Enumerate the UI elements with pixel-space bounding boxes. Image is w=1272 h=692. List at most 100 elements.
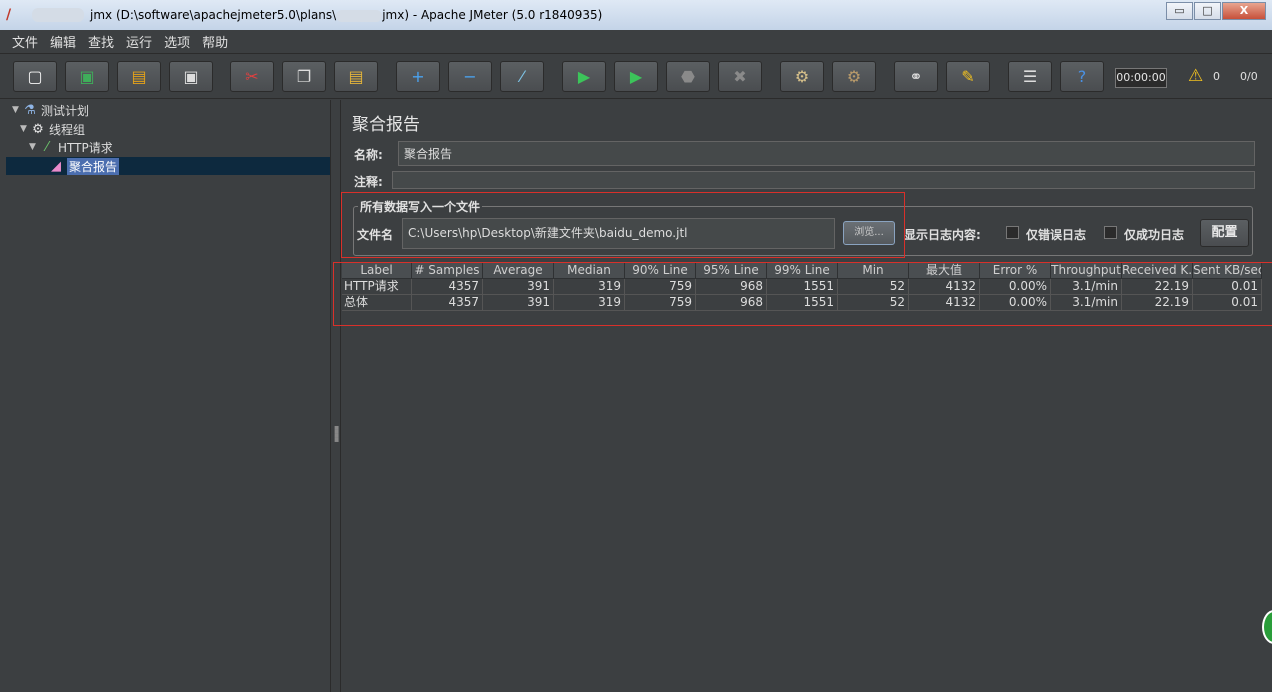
open-icon: ▤ xyxy=(131,67,147,86)
name-label: 名称: xyxy=(354,148,383,162)
start-no-pause-button[interactable]: ▶ xyxy=(614,61,658,92)
table-cell: 759 xyxy=(625,295,696,311)
browse-button[interactable]: 浏览... xyxy=(843,221,895,245)
panel-splitter[interactable]: ▪ ▪ ▪ ▪ xyxy=(330,100,341,692)
function-helper-icon: ☰ xyxy=(1022,67,1038,86)
help-button[interactable]: ? xyxy=(1060,61,1104,92)
column-header[interactable]: 90% Line xyxy=(625,263,696,279)
open-button[interactable]: ▤ xyxy=(117,61,161,92)
column-header[interactable]: 95% Line xyxy=(696,263,767,279)
splitter-grip-icon[interactable]: ▪ ▪ ▪ ▪ xyxy=(334,424,339,444)
clear-all-button[interactable]: ⚙ xyxy=(832,61,876,92)
table-cell: 391 xyxy=(483,279,554,295)
tree-item-http-request[interactable]: ▼ ⁄ HTTP请求 xyxy=(29,138,113,156)
filename-label: 文件名 xyxy=(357,228,394,242)
aggregate-report-panel: 聚合报告 名称: 聚合报告 注释: 所有数据写入一个文件 文件名 C:\User… xyxy=(333,100,1272,692)
table-cell: 0.01 xyxy=(1193,279,1262,295)
copy-icon: ❐ xyxy=(296,67,312,86)
panel-title: 聚合报告 xyxy=(352,115,420,135)
column-header[interactable]: Min xyxy=(838,263,909,279)
comment-field[interactable] xyxy=(392,171,1255,189)
function-helper-button[interactable]: ☰ xyxy=(1008,61,1052,92)
reset-search-icon: ✎ xyxy=(961,67,975,86)
gear-icon: ⚙ xyxy=(32,121,44,137)
column-header[interactable]: Label xyxy=(342,263,412,279)
table-cell: 22.19 xyxy=(1122,295,1193,311)
column-header[interactable]: Throughput xyxy=(1051,263,1122,279)
active-threads-count: 0/0 xyxy=(1240,70,1258,83)
errors-only-checkbox[interactable] xyxy=(1006,226,1019,239)
column-header[interactable]: Median xyxy=(554,263,625,279)
table-row[interactable]: HTTP请求 4357 391 319 759 968 1551 52 4132 0.00% 3.1… xyxy=(342,279,1272,295)
tree-item-label: 测试计划 xyxy=(41,103,90,118)
column-header[interactable]: Sent KB/sec xyxy=(1193,263,1262,279)
maximize-button[interactable]: □ xyxy=(1194,2,1221,20)
paste-button[interactable]: ▤ xyxy=(334,61,378,92)
menu-file[interactable]: 文件 xyxy=(12,32,38,51)
tree-item-aggregate-report[interactable]: ◢ 聚合报告 xyxy=(48,157,120,175)
success-only-checkbox[interactable] xyxy=(1104,226,1117,239)
menu-search[interactable]: 查找 xyxy=(88,32,114,51)
expand-arrow-icon[interactable]: ▼ xyxy=(12,105,22,115)
stop-button[interactable]: ⬣ xyxy=(666,61,710,92)
comment-label: 注释: xyxy=(354,175,383,189)
reset-search-button[interactable]: ✎ xyxy=(946,61,990,92)
cut-button[interactable]: ✂ xyxy=(230,61,274,92)
new-icon: ▢ xyxy=(27,67,43,86)
column-header[interactable]: 99% Line xyxy=(767,263,838,279)
table-cell: 319 xyxy=(554,295,625,311)
expand-arrow-icon[interactable]: ▼ xyxy=(20,124,30,134)
tree-item-thread-group[interactable]: ▼ ⚙ 线程组 xyxy=(20,120,85,138)
expand-button[interactable]: + xyxy=(396,61,440,92)
menu-edit[interactable]: 编辑 xyxy=(50,32,76,51)
table-cell: 总体 xyxy=(342,295,412,311)
column-header[interactable]: Average xyxy=(483,263,554,279)
save-button[interactable]: ▣ xyxy=(169,61,213,92)
search-button[interactable]: ⚭ xyxy=(894,61,938,92)
shutdown-button[interactable]: ✖ xyxy=(718,61,762,92)
table-cell: 22.19 xyxy=(1122,279,1193,295)
table-cell: 319 xyxy=(554,279,625,295)
toggle-button[interactable]: ⁄ xyxy=(500,61,544,92)
warning-icon[interactable]: ⚠ xyxy=(1188,66,1203,86)
clear-button[interactable]: ⚙ xyxy=(780,61,824,92)
menu-help[interactable]: 帮助 xyxy=(202,32,228,51)
pipette-icon: ⁄ xyxy=(45,139,49,155)
collapse-icon: − xyxy=(463,67,477,86)
blurred-filename xyxy=(32,8,84,22)
stop-icon: ⬣ xyxy=(681,67,695,86)
expand-icon: + xyxy=(411,67,425,86)
menu-run[interactable]: 运行 xyxy=(126,32,152,51)
copy-button[interactable]: ❐ xyxy=(282,61,326,92)
tree-item-test-plan[interactable]: ▼ ⚗ 测试计划 xyxy=(12,101,89,119)
filename-input[interactable]: C:\Users\hp\Desktop\新建文件夹\baidu_demo.jtl xyxy=(402,218,835,249)
column-header[interactable]: 最大值 xyxy=(909,263,980,279)
start-icon: ▶ xyxy=(577,67,591,86)
table-cell: 52 xyxy=(838,295,909,311)
table-cell: 968 xyxy=(696,295,767,311)
new-button[interactable]: ▢ xyxy=(13,61,57,92)
menu-options[interactable]: 选项 xyxy=(164,32,190,51)
table-cell: 52 xyxy=(838,279,909,295)
elapsed-timer: 00:00:00 xyxy=(1115,68,1167,88)
toolbar: 00:00:00 ⚠ 0 0/0 ▢ ▣ ▤ ▣ ✂ ❐ ▤ + − ⁄ ▶ ▶ ⬣ ✖ ⚙ ⚙ ⚭ ✎ ☰? xyxy=(0,55,1272,99)
expand-arrow-icon[interactable]: ▼ xyxy=(29,142,39,152)
close-button[interactable]: X xyxy=(1222,2,1266,20)
toggle-icon: ⁄ xyxy=(520,67,524,86)
column-header[interactable]: # Samples xyxy=(412,263,483,279)
table-row[interactable]: 总体 4357 391 319 759 968 1551 52 4132 0.00% 3.1/min… xyxy=(342,295,1272,311)
configure-button[interactable]: 配置 xyxy=(1200,219,1249,247)
templates-button[interactable]: ▣ xyxy=(65,61,109,92)
minimize-button[interactable]: ▭ xyxy=(1166,2,1193,20)
column-header[interactable]: Error % xyxy=(980,263,1051,279)
column-header[interactable]: Received K... xyxy=(1122,263,1193,279)
paste-icon: ▤ xyxy=(348,67,364,86)
table-cell: 759 xyxy=(625,279,696,295)
collapse-button[interactable]: − xyxy=(448,61,492,92)
table-header: Label # Samples Average Median 90% Line 95% L… xyxy=(342,263,1272,279)
start-button[interactable]: ▶ xyxy=(562,61,606,92)
table-cell: 968 xyxy=(696,279,767,295)
table-cell: 3.1/min xyxy=(1051,279,1122,295)
name-field[interactable]: 聚合报告 xyxy=(398,141,1255,166)
search-icon: ⚭ xyxy=(909,67,923,86)
